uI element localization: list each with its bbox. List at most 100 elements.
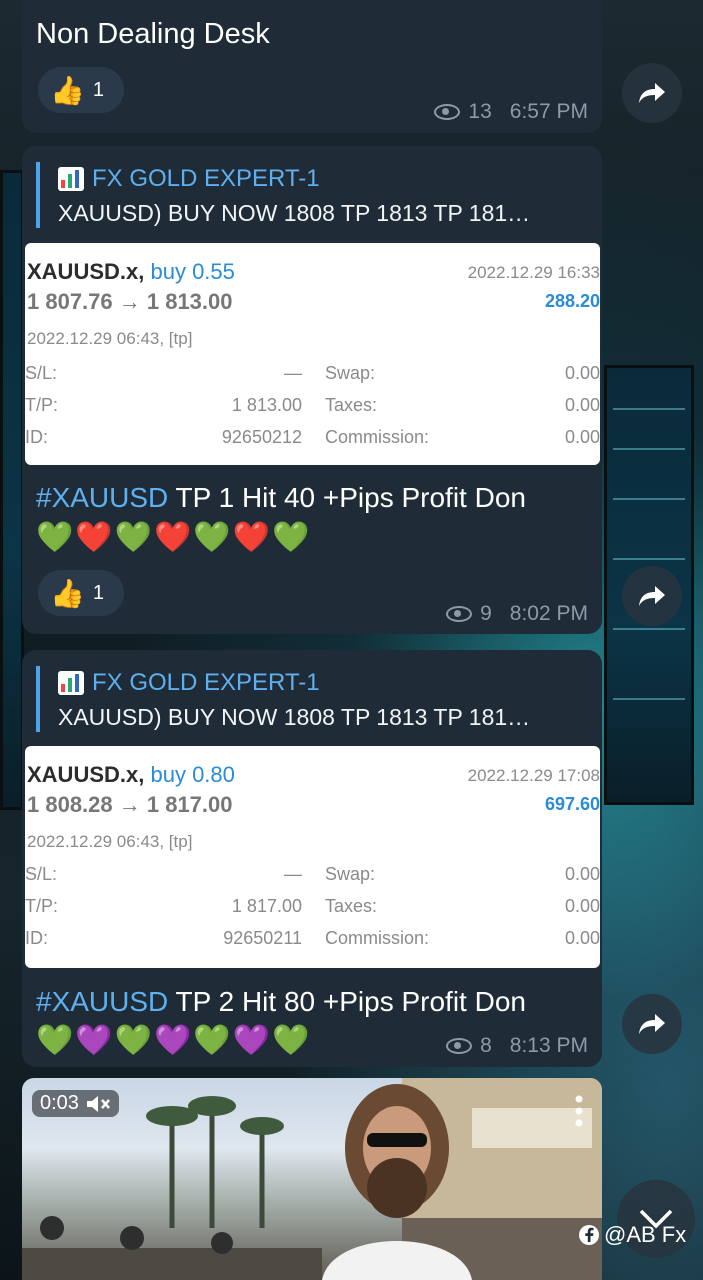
chart-icon — [58, 167, 84, 191]
eye-icon — [446, 1038, 473, 1054]
open-time: 2022.12.29 06:43, [tp] — [27, 832, 193, 851]
sl-value: — — [284, 864, 302, 884]
swap-value: 0.00 — [564, 363, 600, 383]
id-label: ID: — [25, 928, 49, 948]
forward-arrow-icon — [639, 1014, 665, 1034]
message-time: 8:13 PM — [509, 1034, 588, 1057]
quote-header: FX GOLD EXPERT-1 — [58, 162, 588, 196]
background-monitor-left — [0, 170, 24, 810]
sl-row: S/L: — Swap: 0.00 — [25, 864, 600, 888]
commission-label: Commission: — [325, 427, 430, 447]
message-meta: 8 8:13 PM — [446, 1034, 588, 1058]
trade-prices: 1 807.76 → 1 813.00 — [27, 289, 233, 314]
id-row: ID: 92650211 Commission: 0.00 — [25, 928, 600, 952]
symbol: XAUUSD.x, — [27, 762, 145, 787]
more-vertical-icon[interactable] — [574, 1094, 584, 1128]
reaction-count: 1 — [92, 78, 104, 101]
hashtag-link[interactable]: #XAUUSD — [36, 986, 168, 1017]
reaction-chip[interactable]: 👍 1 — [38, 570, 124, 616]
eye-icon — [434, 104, 461, 120]
hashtag-link[interactable]: #XAUUSD — [36, 482, 168, 513]
id-value: 92650212 — [221, 427, 302, 447]
quote-header: FX GOLD EXPERT-1 — [58, 666, 588, 700]
id-value: 92650211 — [223, 928, 302, 948]
quote-title: FX GOLD EXPERT-1 — [92, 669, 320, 696]
forward-button[interactable] — [622, 63, 682, 123]
message-text: Non Dealing Desk — [36, 18, 270, 50]
taxes-label: Taxes: — [325, 896, 378, 916]
sl-row: S/L: — Swap: 0.00 — [25, 363, 600, 387]
sl-label: S/L: — [25, 864, 58, 884]
commission-value: 0.00 — [564, 928, 600, 948]
commission-value: 0.00 — [564, 427, 600, 447]
view-count: 13 — [468, 100, 492, 123]
id-row: ID: 92650212 Commission: 0.00 — [25, 427, 600, 451]
duration-text: 0:03 — [40, 1092, 79, 1114]
thumbs-up-icon: 👍 — [50, 74, 85, 106]
tp-label: T/P: — [25, 896, 59, 916]
view-count: 8 — [480, 1034, 492, 1057]
close-time: 2022.12.29 17:08 — [467, 766, 600, 785]
message-bubble: Non Dealing Desk 👍 1 13 6:57 PM — [22, 0, 602, 133]
trade-symbol: XAUUSD.x, buy 0.55 — [27, 259, 235, 285]
forward-button[interactable] — [622, 994, 682, 1054]
forward-arrow-icon — [639, 586, 665, 606]
eye-icon — [446, 606, 473, 622]
taxes-value: 0.00 — [564, 896, 600, 916]
trade-profit: 288.20 — [544, 291, 600, 311]
message-time: 6:57 PM — [509, 100, 588, 123]
reaction-chip[interactable]: 👍 1 — [38, 67, 124, 113]
reply-quote[interactable]: FX GOLD EXPERT-1 XAUUSD) BUY NOW 1808 TP… — [36, 162, 588, 228]
watermark: @AB Fx — [578, 1222, 686, 1248]
swap-label: Swap: — [325, 864, 376, 884]
message-text: #XAUUSD TP 1 Hit 40 +Pips Profit Don — [36, 482, 526, 514]
message-meta: 13 6:57 PM — [434, 100, 588, 124]
swap-value: 0.00 — [564, 864, 600, 884]
trade-side: buy 0.55 — [150, 259, 235, 284]
message-bubble: FX GOLD EXPERT-1 XAUUSD) BUY NOW 1808 TP… — [22, 146, 602, 634]
trade-screenshot[interactable]: XAUUSD.x, buy 0.80 2022.12.29 17:08 1 80… — [25, 746, 600, 968]
tp-row: T/P: 1 817.00 Taxes: 0.00 — [25, 896, 600, 920]
chart-icon — [58, 671, 84, 695]
symbol: XAUUSD.x, — [27, 259, 145, 284]
sl-value: — — [284, 363, 302, 383]
swap-label: Swap: — [325, 363, 376, 383]
muted-speaker-icon[interactable] — [85, 1094, 111, 1114]
view-count: 9 — [480, 602, 492, 625]
watermark-text: @AB Fx — [604, 1222, 687, 1247]
message-text: #XAUUSD TP 2 Hit 80 +Pips Profit Don — [36, 986, 526, 1018]
reply-quote[interactable]: FX GOLD EXPERT-1 XAUUSD) BUY NOW 1808 TP… — [36, 666, 588, 732]
trade-profit: 697.60 — [544, 794, 600, 814]
forward-arrow-icon — [639, 83, 665, 103]
trade-screenshot[interactable]: XAUUSD.x, buy 0.55 2022.12.29 16:33 1 80… — [25, 243, 600, 465]
heart-emojis: 💚💜💚💜💚💜💚 — [36, 1024, 312, 1057]
message-body: TP 2 Hit 80 +Pips Profit Don — [168, 986, 526, 1017]
trade-prices: 1 808.28 → 1 817.00 — [27, 792, 233, 817]
heart-emojis: 💚❤️💚❤️💚❤️💚 — [36, 521, 312, 554]
message-meta: 9 8:02 PM — [446, 602, 588, 626]
message-bubble: FX GOLD EXPERT-1 XAUUSD) BUY NOW 1808 TP… — [22, 650, 602, 1067]
forward-button[interactable] — [622, 566, 682, 626]
commission-label: Commission: — [325, 928, 430, 948]
quote-title: FX GOLD EXPERT-1 — [92, 165, 320, 192]
open-time: 2022.12.29 06:43, [tp] — [27, 329, 193, 348]
trade-side: buy 0.80 — [150, 762, 235, 787]
taxes-value: 0.00 — [564, 395, 600, 415]
trade-symbol: XAUUSD.x, buy 0.80 — [27, 762, 235, 788]
id-label: ID: — [25, 427, 49, 447]
sl-label: S/L: — [25, 363, 58, 383]
facebook-icon — [579, 1225, 599, 1245]
quote-text: XAUUSD) BUY NOW 1808 TP 1813 TP 181… — [58, 704, 531, 730]
message-time: 8:02 PM — [509, 602, 588, 625]
tp-value: 1 817.00 — [231, 896, 302, 916]
message-body: TP 1 Hit 40 +Pips Profit Don — [168, 482, 526, 513]
video-duration: 0:03 — [32, 1090, 119, 1117]
taxes-label: Taxes: — [325, 395, 378, 415]
tp-value: 1 813.00 — [231, 395, 302, 415]
video-message[interactable]: 0:03 — [22, 1078, 602, 1280]
reaction-count: 1 — [92, 581, 104, 604]
thumbs-up-icon: 👍 — [50, 577, 85, 609]
tp-row: T/P: 1 813.00 Taxes: 0.00 — [25, 395, 600, 419]
tp-label: T/P: — [25, 395, 59, 415]
close-time: 2022.12.29 16:33 — [467, 263, 600, 282]
